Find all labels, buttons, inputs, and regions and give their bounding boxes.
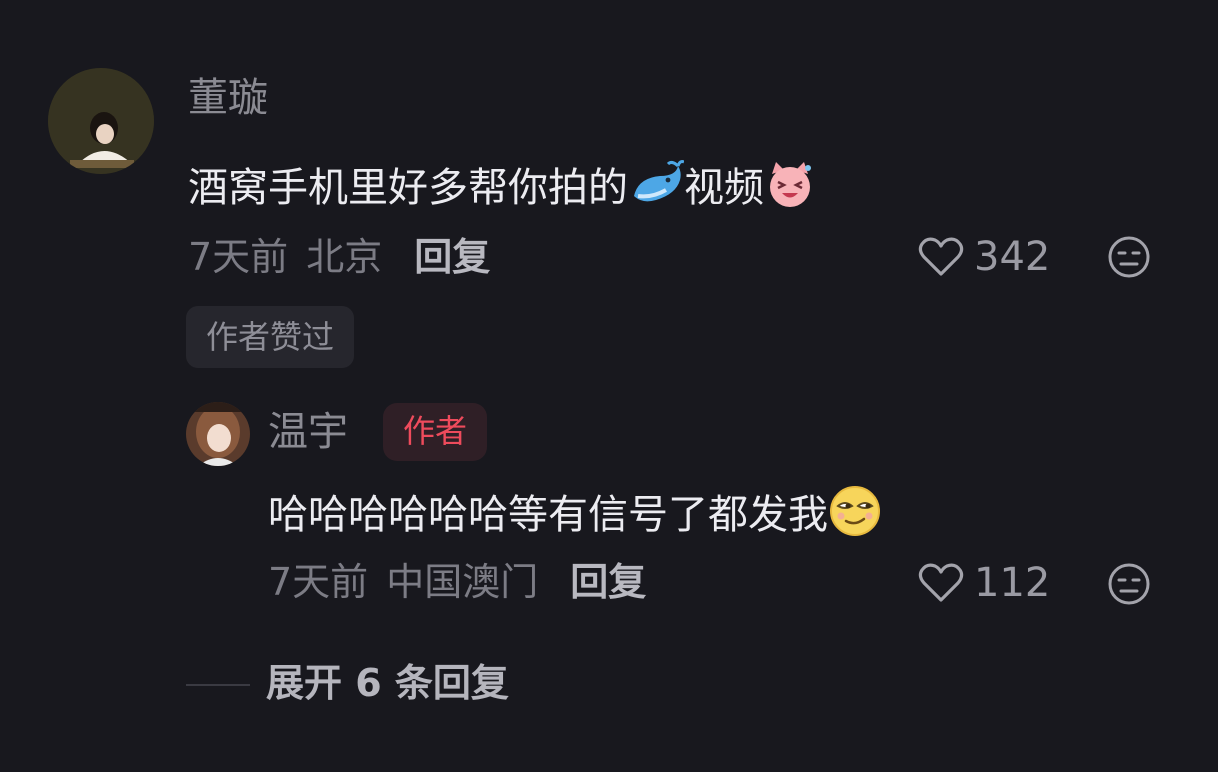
author-liked-badge: 作者赞过 [186, 306, 355, 368]
comment-text: 酒窝手机里好多帮你拍的 视频 [188, 158, 816, 217]
comment-meta: 7天前 北京 回复 [188, 238, 490, 276]
avatar-comment-user[interactable] [48, 68, 154, 174]
reply-like-button[interactable]: 112 [918, 562, 1050, 604]
reply-meta: 7天前 中国澳门 回复 [268, 563, 646, 601]
comment-dislike-button[interactable] [1107, 235, 1151, 283]
comment-reply-button[interactable]: 回复 [414, 238, 490, 276]
reply-reply-button[interactable]: 回复 [570, 563, 646, 601]
sly-smile-face-icon [828, 484, 882, 545]
avatar-reply-user[interactable] [186, 402, 250, 466]
heart-icon [918, 237, 964, 276]
whale-icon [628, 158, 685, 217]
reply-location: 中国澳门 [386, 560, 539, 604]
comment-username[interactable]: 董璇 [188, 78, 268, 118]
meh-face-icon [1108, 236, 1150, 278]
heart-icon [918, 563, 964, 602]
meh-face-icon [1108, 563, 1150, 605]
laughing-face-sticker-icon [764, 158, 816, 217]
reply-like-count: 112 [974, 560, 1051, 606]
comment-like-button[interactable]: 342 [918, 236, 1050, 278]
comment-location: 北京 [306, 235, 383, 279]
comment-text-before: 酒窝手机里好多帮你拍的 [188, 164, 628, 211]
reply-dislike-button[interactable] [1107, 562, 1151, 610]
author-tag: 作者 [383, 403, 488, 461]
comment-text-after: 视频 [684, 164, 764, 211]
expand-divider [186, 684, 250, 686]
reply-text-body: 哈哈哈哈哈哈等有信号了都发我 [268, 491, 828, 538]
reply-username[interactable]: 温宇 [268, 412, 348, 452]
reply-time: 7天前 [268, 560, 369, 604]
expand-replies-button[interactable]: 展开 6 条回复 [266, 664, 509, 702]
comment-time: 7天前 [188, 235, 289, 279]
comment-like-count: 342 [974, 234, 1051, 280]
reply-text: 哈哈哈哈哈哈等有信号了都发我 [268, 484, 882, 545]
